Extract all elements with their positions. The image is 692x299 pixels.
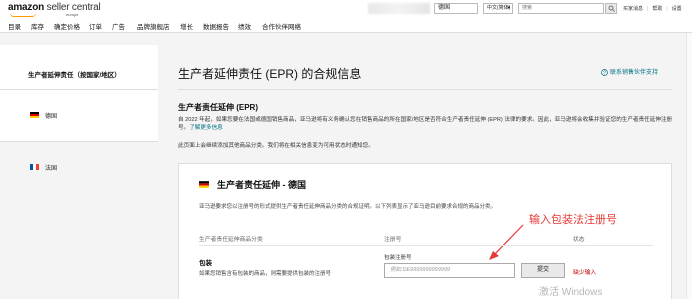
card-title: 生产者责任延伸 - 德国 (199, 178, 306, 191)
nav-stores[interactable]: 品牌旗舰店 (137, 21, 170, 31)
fr-flag-icon (30, 164, 39, 170)
registration-number-input[interactable]: 例如 DE9999999999999 (384, 263, 515, 278)
section-body-text: 自 2022 年起，如果您要在法国或德国销售商品，亚马逊将有义务确认您在销售商品… (178, 117, 673, 131)
sidebar-item-label: 德国 (45, 114, 58, 120)
nav-reports[interactable]: 数据报告 (203, 21, 229, 31)
help-link[interactable]: 帮助 (652, 6, 662, 12)
amazon-smile-icon (10, 13, 36, 17)
annotation-arrow-icon (489, 224, 524, 260)
de-flag-icon (30, 112, 39, 118)
main-panel: 生产者延伸责任 (EPR) 的合规信息 ? 联系销售伙伴支持 生产者责任延伸 (E… (158, 33, 692, 299)
sidebar-heading: 生产者延伸责任（按国家/地区） (28, 72, 121, 79)
section-title: 生产者责任延伸 (EPR) (178, 103, 258, 112)
logo-brand: amazon (8, 2, 45, 13)
redacted-account-name (368, 3, 430, 14)
top-bar: amazon seller central europe 德国 中文(简体) ▾… (0, 0, 692, 19)
chevron-down-icon: ▾ (507, 5, 510, 11)
nav-pricing[interactable]: 确定价格 (54, 21, 80, 31)
logo-text: amazon seller central (8, 2, 101, 13)
messages-link[interactable]: 买家消息 (623, 6, 643, 12)
nav-catalog[interactable]: 目录 (8, 21, 21, 31)
card-title-text: 生产者责任延伸 - 德国 (217, 180, 306, 190)
sidebar-header: 生产者延伸责任（按国家/地区） (0, 45, 158, 89)
divider (178, 89, 672, 90)
search-icon (608, 5, 615, 12)
windows-activation-watermark: 激活 Windows (539, 287, 603, 298)
vertical-scrollbar[interactable] (686, 33, 692, 299)
main-nav: 目录 库存 确定价格 订单 广告 品牌旗舰店 增长 数据报告 绩效 合作伙伴网络 (0, 19, 692, 33)
page-title: 生产者延伸责任 (EPR) 的合规信息 (178, 67, 362, 81)
nav-performance[interactable]: 绩效 (238, 21, 251, 31)
submit-button[interactable]: 提交 (521, 263, 565, 278)
svg-text:?: ? (603, 70, 606, 76)
separator: | (647, 6, 649, 12)
sidebar: 生产者延伸责任（按国家/地区） 德国 法国 (0, 45, 158, 299)
de-flag-icon (199, 181, 209, 188)
top-links: 买家消息 | 帮助 | 设置 (623, 5, 686, 12)
epr-germany-card: 生产者责任延伸 - 德国 亚马逊要求您以注册号的形式提供生产者责任延伸商品分类的… (178, 163, 672, 299)
column-header-category: 生产者责任延伸商品分类 (199, 237, 263, 243)
help-circle-icon: ? (601, 69, 608, 76)
page-content: 生产者延伸责任（按国家/地区） 德国 法国 生产者延伸责任 (EPR) 的合规信… (0, 33, 692, 299)
section-body: 自 2022 年起，如果您要在法国或德国销售商品，亚马逊将有义务确认您在销售商品… (178, 116, 678, 132)
nav-inventory[interactable]: 库存 (31, 21, 44, 31)
card-description: 亚马逊要求您以注册号的形式提供生产者责任延伸商品分类的合规证明。以下列表显示了亚… (199, 204, 497, 210)
nav-orders[interactable]: 订单 (89, 21, 102, 31)
nav-partner-network[interactable]: 合作伙伴网络 (262, 21, 301, 31)
table-divider (199, 245, 653, 246)
annotation-text: 输入包装法注册号 (529, 214, 617, 226)
registration-label: 包装注册号 (384, 255, 412, 261)
column-header-status: 状态 (573, 237, 585, 243)
search-button[interactable] (605, 3, 617, 14)
marketplace-selector[interactable]: 德国 (434, 3, 478, 14)
search-input[interactable]: 搜索 (518, 3, 604, 14)
sidebar-item-label: 法国 (45, 166, 58, 172)
nav-advertising[interactable]: 广告 (112, 21, 125, 31)
contact-support-link[interactable]: ? 联系销售伙伴支持 (601, 67, 658, 76)
column-header-registration: 注册号 (384, 237, 402, 243)
category-name: 包装 (199, 260, 212, 267)
nav-growth[interactable]: 增长 (180, 21, 193, 31)
learn-more-link[interactable]: 了解更多信息 (189, 125, 223, 131)
settings-link[interactable]: 设置 (672, 6, 682, 12)
logo-region: europe (66, 12, 79, 17)
status-badge: 缺少输入 (573, 270, 597, 276)
section-note: 此页面上会继续添加其他商品分类。我们将在相关信息变为可用状态时通知您。 (178, 143, 374, 149)
separator: | (666, 6, 668, 12)
language-selector[interactable]: 中文(简体) ▾ (483, 3, 513, 14)
category-description: 如果您销售含有包装的商品，则需要提供包装的注册号 (199, 271, 332, 277)
contact-support-label: 联系销售伙伴支持 (610, 70, 659, 76)
sidebar-item-france[interactable]: 法国 (0, 141, 158, 193)
sidebar-item-germany[interactable]: 德国 (0, 89, 158, 141)
